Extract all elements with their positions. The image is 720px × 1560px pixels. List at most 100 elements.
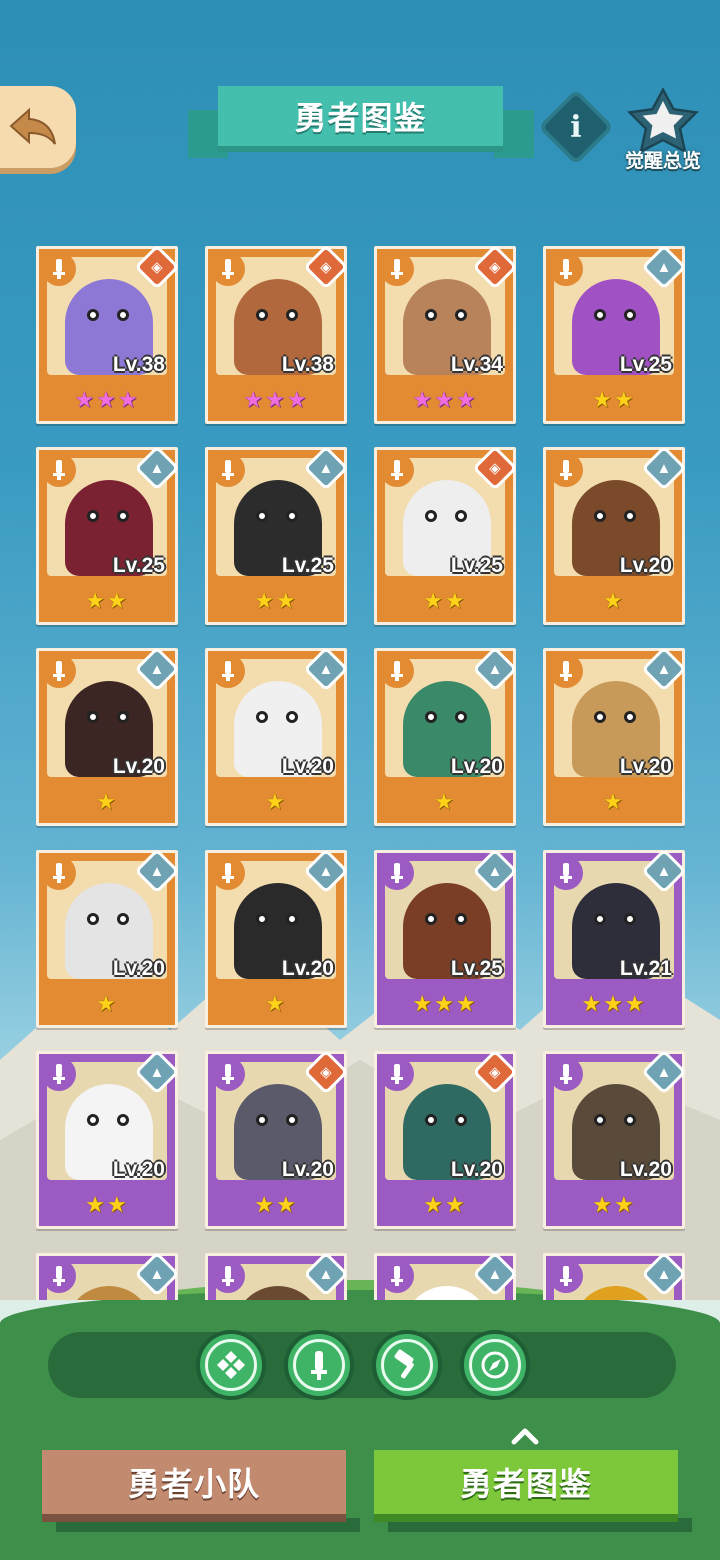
hero-level: Lv.20 xyxy=(112,957,165,980)
role-sword-icon xyxy=(549,856,583,890)
hero-eye xyxy=(624,913,636,925)
role-sword-icon xyxy=(42,252,76,286)
hero-card[interactable]: ◈ Lv.20 ★★ xyxy=(374,1049,518,1229)
hero-stars: ★★ xyxy=(592,387,636,412)
hero-eye xyxy=(594,913,606,925)
hero-stars: ★ xyxy=(96,991,118,1016)
all-classes-icon xyxy=(217,1351,245,1379)
hero-level: Lv.25 xyxy=(619,353,672,376)
role-sword-icon xyxy=(549,252,583,286)
hero-card[interactable]: ◈ Lv.38 ★★★ xyxy=(205,244,349,424)
hero-eye xyxy=(286,913,298,925)
hero-eye xyxy=(87,1114,99,1126)
hero-card[interactable]: ▲ Lv.25 ★★★ xyxy=(374,848,518,1028)
hero-card[interactable]: ▲ xyxy=(374,1251,518,1300)
hero-card[interactable]: ▲ Lv.20 ★ xyxy=(543,646,687,826)
hero-figure xyxy=(234,1286,322,1300)
hero-eye xyxy=(425,1114,437,1126)
tab-hero-codex[interactable]: 勇者图鉴 xyxy=(374,1450,678,1522)
hero-card[interactable]: ◈ Lv.34 ★★★ xyxy=(374,244,518,424)
hero-level: Lv.21 xyxy=(619,957,672,980)
class-filter-bar xyxy=(48,1332,676,1398)
hero-eye xyxy=(286,309,298,321)
hero-card[interactable]: ▲ Lv.25 ★★ xyxy=(543,244,687,424)
hero-stars: ★★★ xyxy=(243,387,309,412)
role-sword-icon xyxy=(211,856,245,890)
hero-eye xyxy=(455,510,467,522)
role-sword-icon xyxy=(549,1057,583,1091)
back-button[interactable] xyxy=(0,86,76,168)
hero-stars: ★ xyxy=(434,789,456,814)
active-tab-chevron-icon xyxy=(511,1428,539,1445)
hero-card[interactable]: ◈ Lv.20 ★★ xyxy=(205,1049,349,1229)
filter-all-button[interactable] xyxy=(196,1330,266,1400)
hero-card[interactable]: ▲ Lv.20 ★ xyxy=(374,646,518,826)
hero-card[interactable]: ▲ xyxy=(205,1251,349,1300)
hero-level: Lv.20 xyxy=(112,755,165,778)
role-sword-icon xyxy=(380,654,414,688)
hero-eye xyxy=(455,913,467,925)
role-sword-icon xyxy=(380,1259,414,1293)
role-sword-icon xyxy=(42,654,76,688)
hero-stars: ★★ xyxy=(423,588,467,613)
hero-card[interactable]: ◈ Lv.38 ★★★ xyxy=(36,244,180,424)
hero-card[interactable]: ▲ Lv.21 ★★★ xyxy=(543,848,687,1028)
role-sword-icon xyxy=(380,252,414,286)
hero-level: Lv.20 xyxy=(450,1158,503,1181)
hero-stars: ★★★ xyxy=(581,991,647,1016)
hero-card[interactable]: ▲ Lv.20 ★ xyxy=(543,445,687,625)
compass-class-icon xyxy=(481,1351,509,1379)
hero-card[interactable]: ▲ Lv.25 ★★ xyxy=(205,445,349,625)
hero-card[interactable]: ▲ Lv.20 ★ xyxy=(36,646,180,826)
hero-figure xyxy=(572,1286,660,1300)
hero-level: Lv.38 xyxy=(281,353,334,376)
hero-level: Lv.25 xyxy=(450,554,503,577)
hero-stars: ★★★ xyxy=(412,991,478,1016)
filter-sword-button[interactable] xyxy=(284,1330,354,1400)
hero-level: Lv.38 xyxy=(112,353,165,376)
hero-eye xyxy=(594,510,606,522)
sword-class-icon xyxy=(311,1351,327,1380)
hero-level: Lv.20 xyxy=(619,755,672,778)
hero-card[interactable]: ▲ Lv.20 ★ xyxy=(205,848,349,1028)
hero-eye xyxy=(87,913,99,925)
hero-card[interactable]: ▲ Lv.25 ★★ xyxy=(36,445,180,625)
hero-card[interactable]: ▲ xyxy=(543,1251,687,1300)
hero-eye xyxy=(624,711,636,723)
hero-eye xyxy=(425,711,437,723)
hero-card[interactable]: ▲ xyxy=(36,1251,180,1300)
hero-level: Lv.20 xyxy=(450,755,503,778)
hero-stars: ★★★ xyxy=(74,387,140,412)
hero-card[interactable]: ▲ Lv.20 ★★ xyxy=(36,1049,180,1229)
awaken-overview-button[interactable]: 觉醒总览 xyxy=(616,88,710,174)
hero-stars: ★ xyxy=(265,991,287,1016)
filter-compass-button[interactable] xyxy=(460,1330,530,1400)
hero-level: Lv.20 xyxy=(619,1158,672,1181)
hero-card[interactable]: ▲ Lv.20 ★ xyxy=(36,848,180,1028)
role-sword-icon xyxy=(380,453,414,487)
role-sword-icon xyxy=(42,453,76,487)
hero-grid: ◈ Lv.38 ★★★ ◈ Lv.38 ★★★ ◈ Lv.34 ★★★ ▲ Lv.25 ★★ ▲ Lv.2… xyxy=(0,0,720,1300)
hero-eye xyxy=(624,309,636,321)
hero-eye xyxy=(425,309,437,321)
hero-stars: ★★ xyxy=(254,588,298,613)
hero-level: Lv.20 xyxy=(112,1158,165,1181)
hero-eye xyxy=(455,711,467,723)
hero-eye xyxy=(87,309,99,321)
role-sword-icon xyxy=(549,453,583,487)
hero-eye xyxy=(624,1114,636,1126)
role-sword-icon xyxy=(42,1057,76,1091)
hero-eye xyxy=(594,711,606,723)
hero-card[interactable]: ▲ Lv.20 ★ xyxy=(205,646,349,826)
hero-eye xyxy=(425,510,437,522)
tab-hero-team[interactable]: 勇者小队 xyxy=(42,1450,346,1522)
role-sword-icon xyxy=(549,654,583,688)
hero-stars: ★★ xyxy=(423,1192,467,1217)
filter-hammer-button[interactable] xyxy=(372,1330,442,1400)
hero-card[interactable]: ◈ Lv.25 ★★ xyxy=(374,445,518,625)
hero-card[interactable]: ▲ Lv.20 ★★ xyxy=(543,1049,687,1229)
role-sword-icon xyxy=(211,654,245,688)
role-sword-icon xyxy=(549,1259,583,1293)
hero-eye xyxy=(117,711,129,723)
hero-level: Lv.34 xyxy=(450,353,503,376)
